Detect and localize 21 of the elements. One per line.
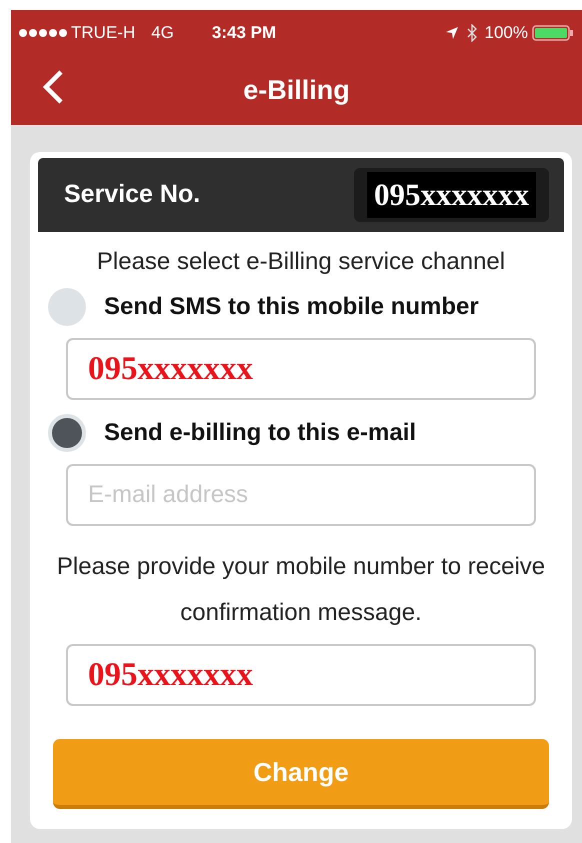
back-button[interactable] <box>41 69 65 105</box>
battery-percentage: 100% <box>484 22 528 44</box>
input-field[interactable]: E-mail address <box>66 464 536 526</box>
clock: 3:43 PM <box>212 22 276 44</box>
carrier-name: TRUE-H <box>71 22 136 44</box>
signal-icon <box>19 28 67 36</box>
service-label: Service No. <box>64 179 200 210</box>
screen-title: e-Billing <box>243 74 350 107</box>
radio-button[interactable] <box>48 288 86 326</box>
location-icon <box>444 26 459 40</box>
confirmation-text: Please provide your mobile number to receive confirmation message. <box>56 552 546 628</box>
radio-label: Send SMS to this mobile number <box>104 292 479 322</box>
bluetooth-icon <box>466 24 477 42</box>
service-number: 095xxxxxxx <box>367 172 536 218</box>
battery-icon <box>532 24 574 42</box>
input-field[interactable]: 095xxxxxxx <box>66 644 536 706</box>
instruction-text: Please select e-Billing service channel <box>96 247 506 277</box>
radio-button[interactable] <box>48 414 86 452</box>
radio-label: Send e-billing to this e-mail <box>104 418 416 448</box>
network-type: 4G <box>151 22 174 44</box>
input-field[interactable]: 095xxxxxxx <box>66 338 536 400</box>
